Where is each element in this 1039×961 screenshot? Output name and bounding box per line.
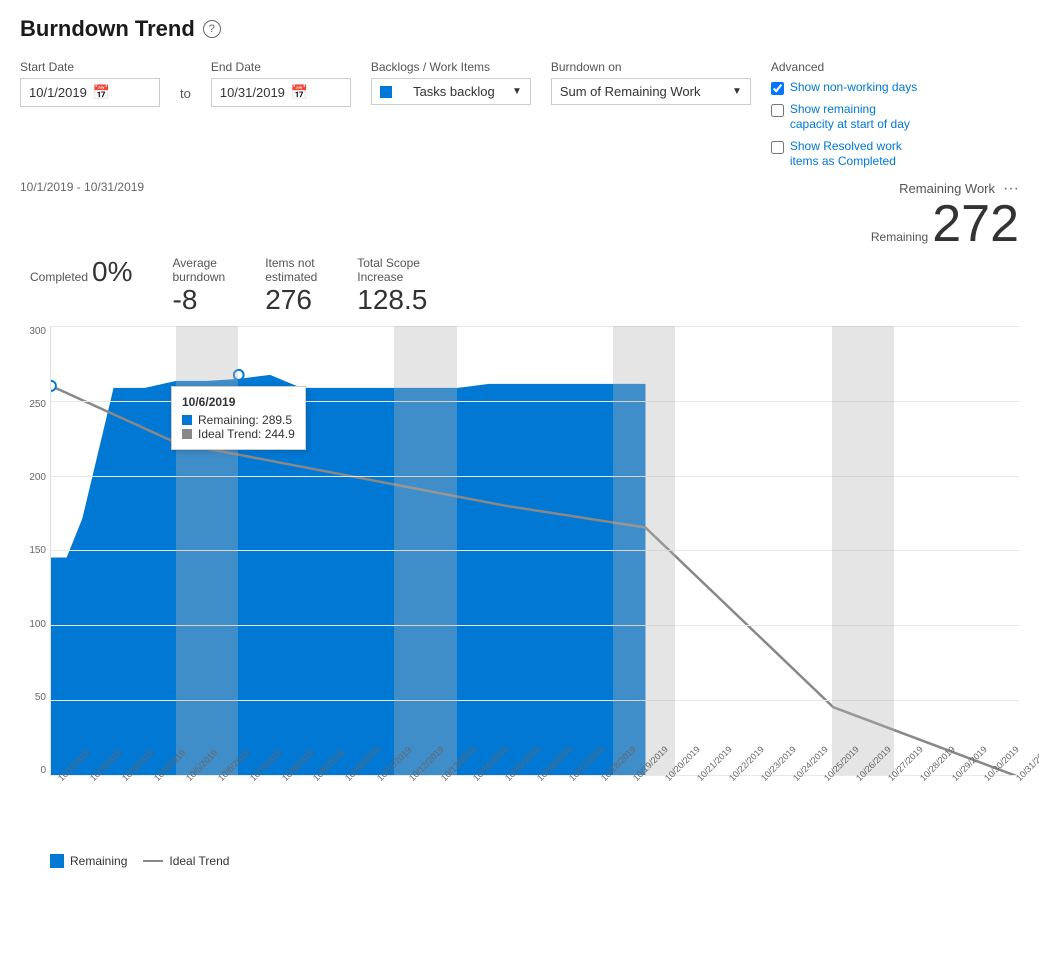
show-nonworking-label[interactable]: Show non-working days <box>790 80 917 96</box>
legend-ideal-trend-line <box>143 860 163 862</box>
chevron-down-icon: ▼ <box>512 86 522 97</box>
page-title: Burndown Trend <box>20 16 195 42</box>
y-label-50: 50 <box>35 692 46 703</box>
y-label-200: 200 <box>29 472 46 483</box>
x-axis-labels: 10/1/201910/2/201910/3/201910/4/201910/5… <box>50 776 1039 846</box>
end-date-group: End Date 10/31/2019 📅 <box>211 60 351 107</box>
y-label-150: 150 <box>29 545 46 556</box>
non-working-bar-2 <box>394 326 456 775</box>
burndown-on-dropdown[interactable]: Sum of Remaining Work ▼ <box>551 78 751 105</box>
backlogs-label: Backlogs / Work Items <box>371 60 531 74</box>
controls-row: Start Date 10/1/2019 📅 to End Date 10/31… <box>20 60 1019 170</box>
y-axis: 300 250 200 150 100 50 0 <box>20 326 50 776</box>
stat-completed-value: 0% <box>92 256 132 288</box>
burndown-on-value: Sum of Remaining Work <box>560 84 701 99</box>
stat-avg-value: -8 <box>173 284 198 316</box>
stat-completed-label: Completed <box>30 270 88 284</box>
show-resolved-row: Show Resolved work items as Completed <box>771 139 920 170</box>
legend-ideal-trend-label: Ideal Trend <box>169 854 229 868</box>
start-date-input[interactable]: 10/1/2019 📅 <box>20 78 160 107</box>
stat-avg-label: Average burndown <box>173 256 226 284</box>
tooltip-ideal: Ideal Trend: 244.9 <box>182 427 295 441</box>
show-resolved-label[interactable]: Show Resolved work items as Completed <box>790 139 920 170</box>
non-working-bar-4 <box>832 326 894 775</box>
tooltip: 10/6/2019 Remaining: 289.5 Ideal Trend: … <box>171 386 306 450</box>
show-nonworking-checkbox[interactable] <box>771 82 784 95</box>
tooltip-remaining: Remaining: 289.5 <box>182 413 295 427</box>
start-date-label: Start Date <box>20 60 160 74</box>
y-label-100: 100 <box>29 619 46 630</box>
show-remaining-capacity-row: Show remaining capacity at start of day <box>771 102 920 133</box>
calendar-icon-end: 📅 <box>291 84 308 101</box>
chart-container: 300 250 200 150 100 50 0 <box>20 326 1019 846</box>
calendar-icon: 📅 <box>93 84 110 101</box>
stat-scope-value: 128.5 <box>357 284 427 316</box>
backlog-icon <box>380 86 392 98</box>
stat-scope-label: Total Scope Increase <box>357 256 420 284</box>
advanced-group: Advanced Show non-working days Show rema… <box>771 60 920 170</box>
stat-not-estimated-value: 276 <box>265 284 312 316</box>
end-date-value: 10/31/2019 <box>220 85 285 100</box>
dot-start <box>51 381 56 391</box>
to-label: to <box>180 86 191 101</box>
legend-remaining-swatch <box>50 854 64 868</box>
show-nonworking-row: Show non-working days <box>771 80 920 96</box>
y-label-250: 250 <box>29 399 46 410</box>
y-label-300: 300 <box>29 326 46 337</box>
remaining-value: 272 <box>932 198 1019 250</box>
legend-remaining-label: Remaining <box>70 854 127 868</box>
stat-not-estimated: Items not estimated 276 <box>265 256 317 316</box>
end-date-input[interactable]: 10/31/2019 📅 <box>211 78 351 107</box>
backlogs-value: Tasks backlog <box>413 84 495 99</box>
remaining-area-polygon <box>51 375 645 775</box>
tooltip-ideal-text: Ideal Trend: 244.9 <box>198 427 295 441</box>
start-date-value: 10/1/2019 <box>29 85 87 100</box>
start-date-group: Start Date 10/1/2019 📅 <box>20 60 160 107</box>
non-working-bar-3 <box>613 326 675 775</box>
legend-remaining: Remaining <box>50 854 127 868</box>
chevron-down-icon-burndown: ▼ <box>732 86 742 97</box>
burndown-on-label: Burndown on <box>551 60 751 74</box>
stat-not-estimated-label: Items not estimated <box>265 256 317 284</box>
end-date-label: End Date <box>211 60 351 74</box>
tooltip-date: 10/6/2019 <box>182 395 295 409</box>
tooltip-swatch-blue <box>182 415 192 425</box>
legend-ideal-trend: Ideal Trend <box>143 854 229 868</box>
title-row: Burndown Trend ? <box>20 16 1019 42</box>
remaining-sub-label: Remaining <box>871 230 928 244</box>
stat-scope-increase: Total Scope Increase 128.5 <box>357 256 427 316</box>
chart-area: 10/6/2019 Remaining: 289.5 Ideal Trend: … <box>50 326 1019 776</box>
show-remaining-capacity-label[interactable]: Show remaining capacity at start of day <box>790 102 920 133</box>
stat-completed: Completed 0% <box>30 256 133 288</box>
advanced-label: Advanced <box>771 60 920 74</box>
backlogs-group: Backlogs / Work Items Tasks backlog ▼ <box>371 60 531 105</box>
date-range-label: 10/1/2019 - 10/31/2019 <box>20 180 144 194</box>
show-resolved-checkbox[interactable] <box>771 141 784 154</box>
help-icon[interactable]: ? <box>203 20 221 38</box>
tooltip-remaining-text: Remaining: 289.5 <box>198 413 292 427</box>
y-label-0: 0 <box>40 765 46 776</box>
legend-row: Remaining Ideal Trend <box>50 854 1019 868</box>
backlogs-dropdown[interactable]: Tasks backlog ▼ <box>371 78 531 105</box>
page: Burndown Trend ? Start Date 10/1/2019 📅 … <box>0 0 1039 961</box>
burndown-on-group: Burndown on Sum of Remaining Work ▼ <box>551 60 751 105</box>
tooltip-swatch-gray <box>182 429 192 439</box>
stat-avg-burndown: Average burndown -8 <box>173 256 226 316</box>
show-remaining-capacity-checkbox[interactable] <box>771 104 784 117</box>
